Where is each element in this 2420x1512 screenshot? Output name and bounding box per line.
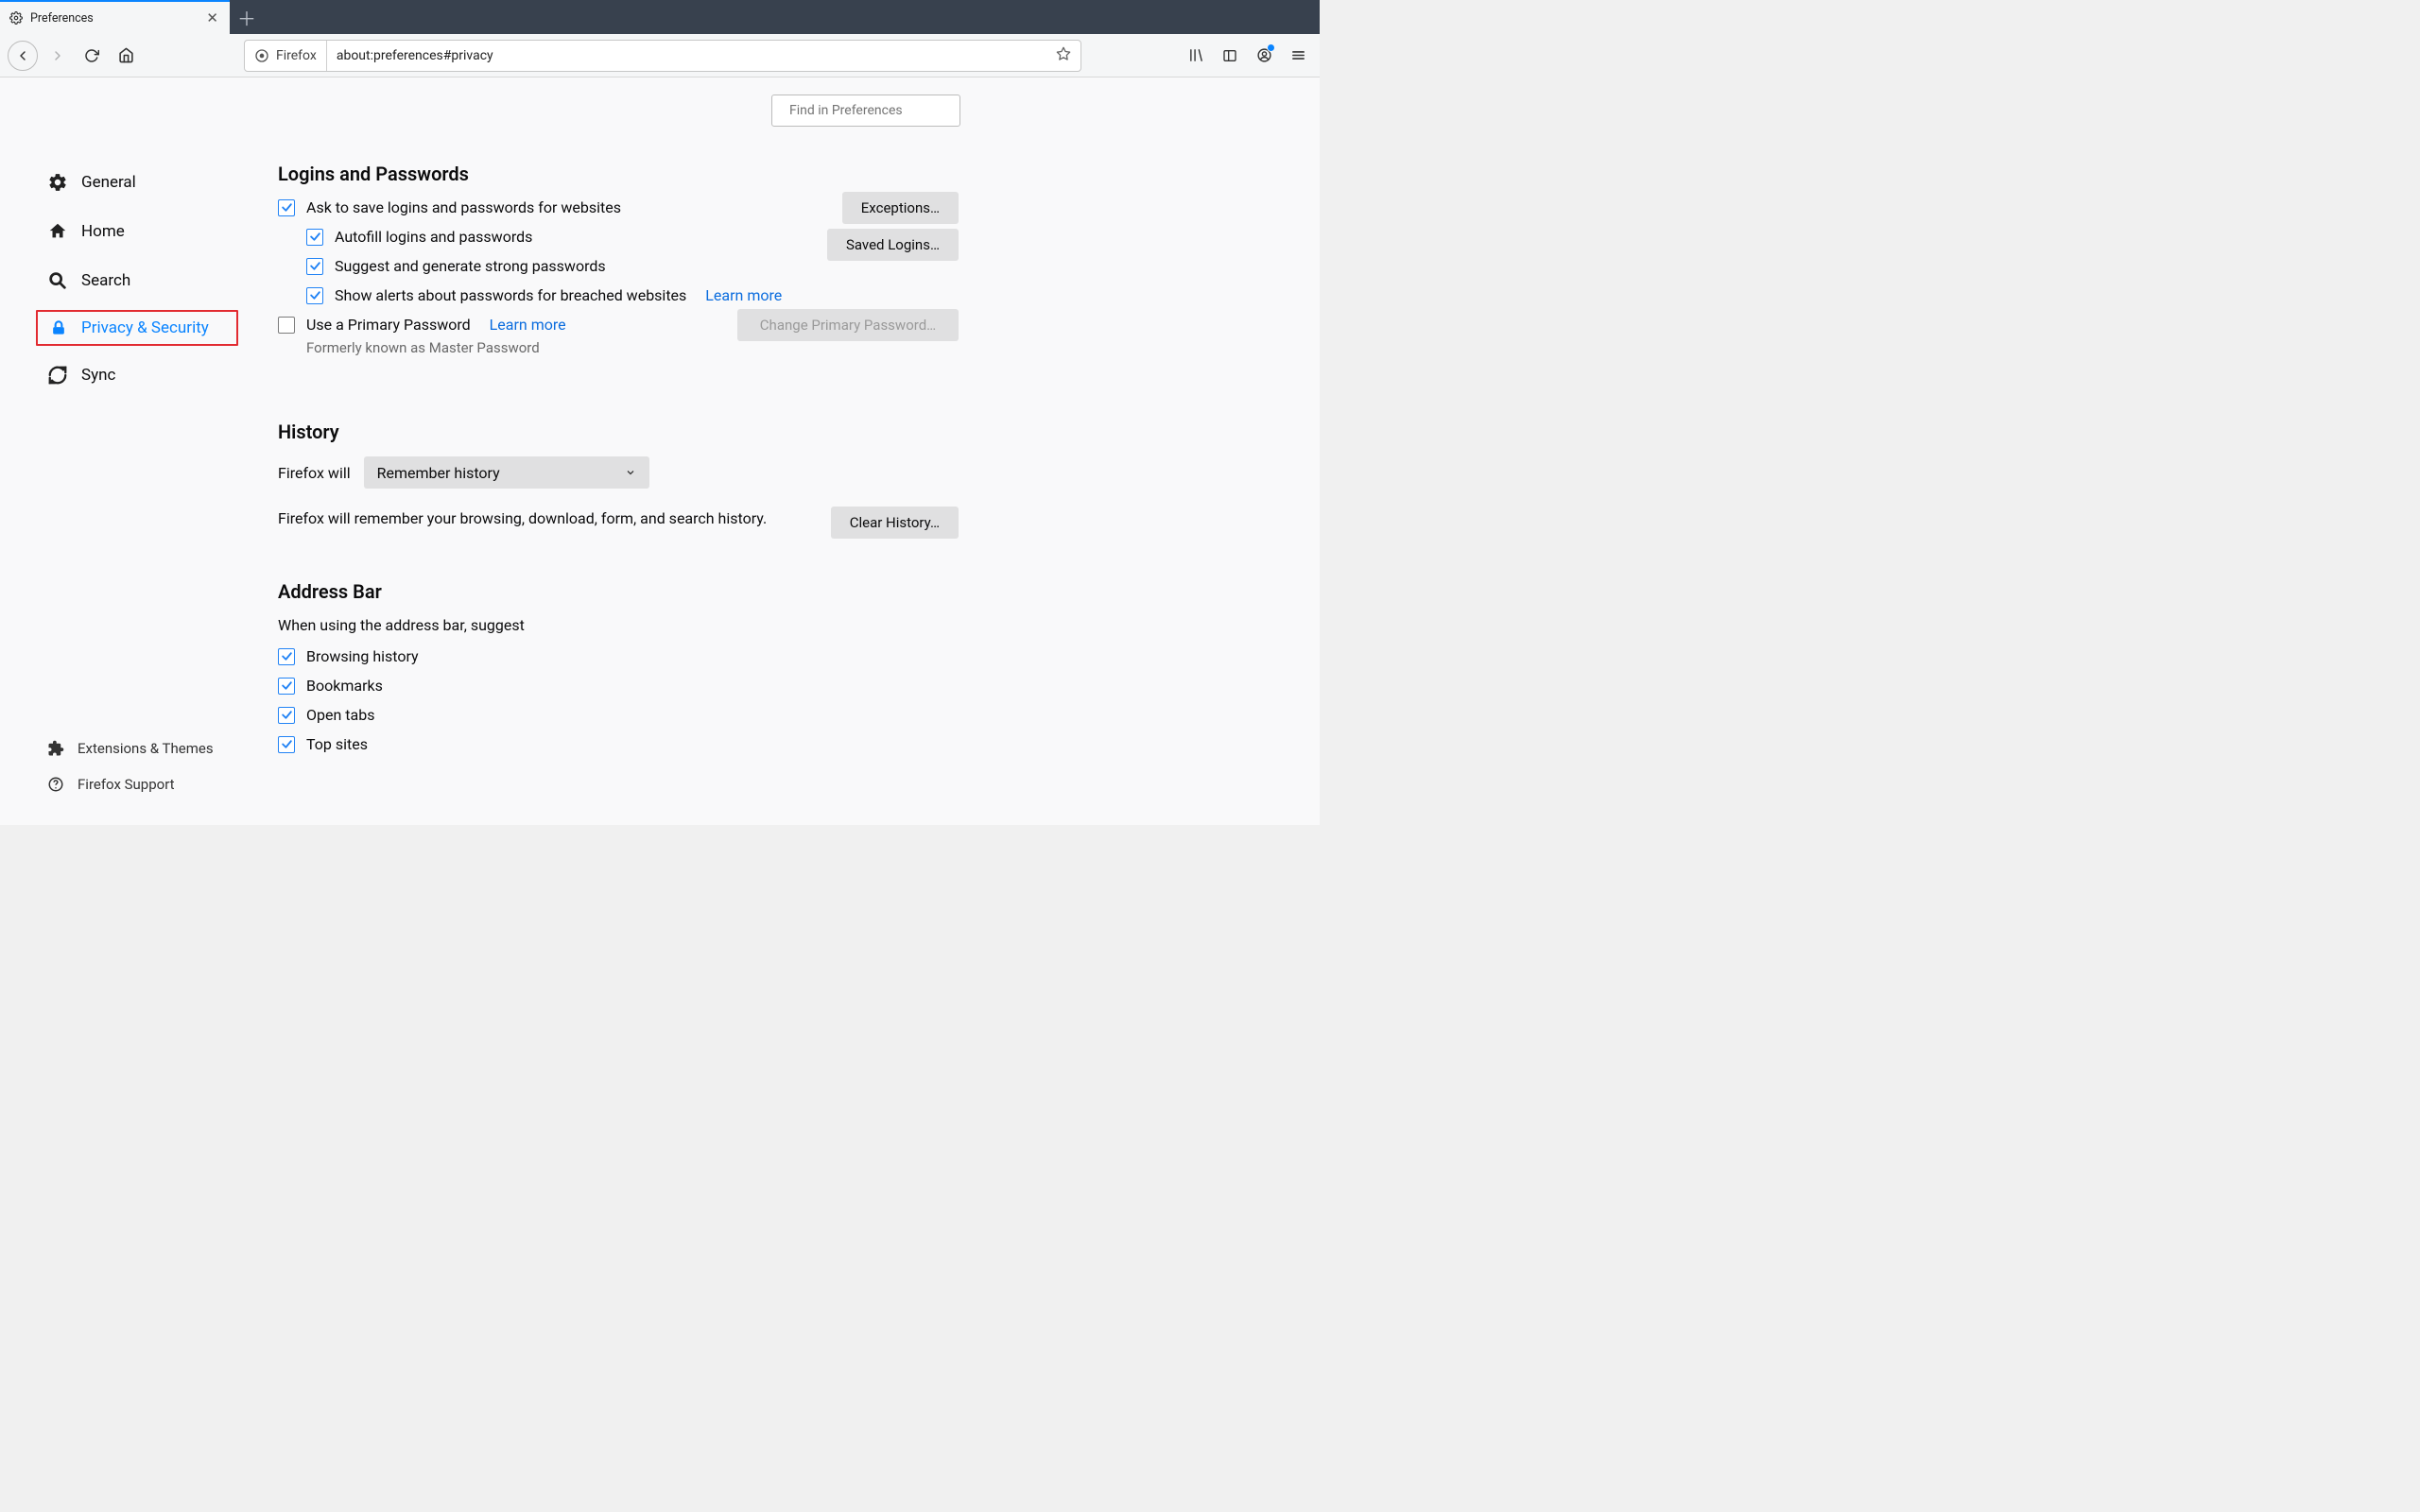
checkbox-breach-alerts[interactable] (306, 287, 323, 304)
url-bar[interactable]: Firefox (244, 40, 1081, 72)
checkbox-ask-save[interactable] (278, 199, 295, 216)
label-ask-save: Ask to save logins and passwords for web… (306, 198, 621, 216)
primary-password-note: Formerly known as Master Password (278, 339, 959, 356)
label-autofill: Autofill logins and passwords (335, 228, 532, 246)
checkbox-suggest-bookmarks[interactable] (278, 678, 295, 695)
learn-more-primary[interactable]: Learn more (490, 316, 566, 334)
home-button[interactable] (112, 42, 140, 70)
history-mode-select[interactable]: Remember history (364, 456, 649, 489)
section-heading-addressbar: Address Bar (278, 580, 959, 603)
sidebar-item-label: Firefox Support (78, 776, 175, 793)
checkbox-autofill[interactable] (306, 229, 323, 246)
addressbar-intro: When using the address bar, suggest (278, 616, 525, 634)
clear-history-button[interactable]: Clear History… (831, 507, 959, 539)
learn-more-alerts[interactable]: Learn more (705, 286, 782, 304)
library-button[interactable] (1182, 42, 1210, 70)
url-input[interactable] (327, 48, 1046, 63)
chevron-down-icon (625, 467, 636, 478)
saved-logins-button[interactable]: Saved Logins… (827, 229, 959, 261)
history-prefix: Firefox will (278, 464, 351, 482)
label-suggest-topsites: Top sites (306, 735, 368, 753)
sidebar-item-support[interactable]: Firefox Support (0, 766, 274, 802)
forward-button (43, 42, 72, 70)
back-button[interactable] (8, 41, 38, 71)
label-suggest-opentabs: Open tabs (306, 706, 374, 724)
gear-icon (9, 11, 23, 25)
sidebar-item-label: Privacy & Security (81, 318, 209, 337)
bookmark-star-icon[interactable] (1046, 46, 1080, 65)
section-heading-logins: Logins and Passwords (278, 163, 959, 185)
browser-tab[interactable]: Preferences ✕ (0, 0, 230, 34)
sidebar-item-search[interactable]: Search (0, 261, 274, 301)
sidebar-button[interactable] (1216, 42, 1244, 70)
section-heading-history: History (278, 421, 959, 443)
checkbox-suggest-history[interactable] (278, 648, 295, 665)
account-button[interactable] (1250, 42, 1278, 70)
find-in-preferences[interactable] (771, 94, 960, 127)
lock-icon (49, 318, 68, 337)
label-suggest-history: Browsing history (306, 647, 419, 665)
sidebar-item-sync[interactable]: Sync (0, 355, 274, 395)
puzzle-icon (47, 740, 64, 757)
sidebar-item-home[interactable]: Home (0, 212, 274, 251)
checkbox-suggest-topsites[interactable] (278, 736, 295, 753)
label-primary: Use a Primary Password (306, 316, 471, 334)
exceptions-button[interactable]: Exceptions… (842, 192, 959, 224)
menu-button[interactable] (1284, 42, 1312, 70)
sidebar-item-general[interactable]: General (0, 163, 274, 202)
label-suggest: Suggest and generate strong passwords (335, 257, 606, 275)
sidebar-item-label: General (81, 173, 136, 192)
gear-icon (47, 172, 68, 193)
identity-label: Firefox (276, 48, 317, 63)
sidebar-item-privacy[interactable]: Privacy & Security (36, 310, 238, 346)
find-input[interactable] (789, 103, 958, 118)
sidebar-item-label: Sync (81, 366, 115, 385)
close-tab-icon[interactable]: ✕ (204, 9, 220, 27)
search-icon (47, 270, 68, 291)
firefox-icon (254, 48, 269, 63)
sidebar-item-label: Extensions & Themes (78, 740, 214, 757)
sidebar-item-label: Home (81, 222, 125, 241)
change-primary-password-button: Change Primary Password… (737, 309, 959, 341)
checkbox-suggest-passwords[interactable] (306, 258, 323, 275)
sidebar-item-label: Search (81, 271, 130, 290)
sync-icon (47, 365, 68, 386)
checkbox-suggest-opentabs[interactable] (278, 707, 295, 724)
new-tab-button[interactable]: ＋ (230, 0, 264, 34)
home-icon (47, 221, 68, 242)
tab-title: Preferences (30, 11, 94, 26)
label-suggest-bookmarks: Bookmarks (306, 677, 383, 695)
preferences-sidebar: General Home Search Privacy & Security S… (0, 77, 274, 825)
identity-box[interactable]: Firefox (245, 41, 327, 71)
checkbox-primary-password[interactable] (278, 317, 295, 334)
label-alerts: Show alerts about passwords for breached… (335, 286, 686, 304)
sidebar-item-extensions[interactable]: Extensions & Themes (0, 730, 274, 766)
reload-button[interactable] (78, 42, 106, 70)
history-mode-value: Remember history (377, 464, 500, 482)
question-icon (47, 776, 64, 793)
